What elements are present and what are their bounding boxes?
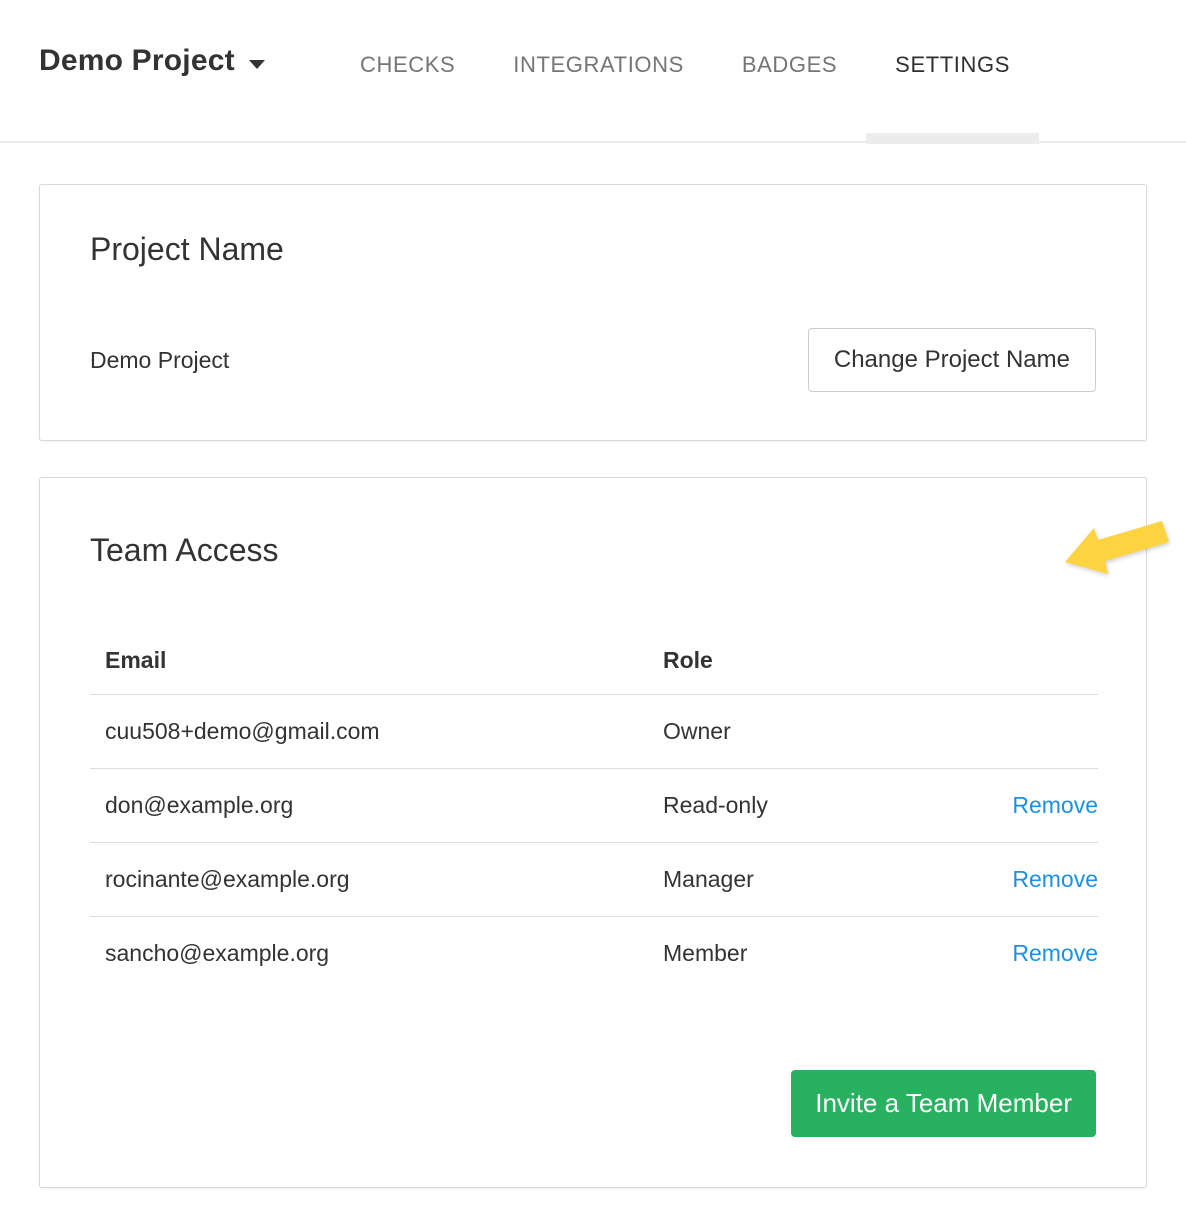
active-tab-indicator bbox=[866, 133, 1039, 144]
tab-badges[interactable]: BADGES bbox=[713, 0, 866, 130]
remove-member-link[interactable]: Remove bbox=[1012, 792, 1098, 818]
change-project-name-button[interactable]: Change Project Name bbox=[808, 328, 1096, 392]
tab-integrations-label: INTEGRATIONS bbox=[513, 52, 684, 78]
tab-checks[interactable]: CHECKS bbox=[331, 0, 484, 130]
tab-settings[interactable]: SETTINGS bbox=[866, 0, 1039, 130]
remove-member-link[interactable]: Remove bbox=[1012, 866, 1098, 892]
role-cell: Member bbox=[648, 916, 948, 990]
table-row: don@example.org Read-only Remove bbox=[90, 768, 1098, 842]
actions-column-header bbox=[948, 628, 1098, 694]
top-navigation-bar: Demo Project CHECKS INTEGRATIONS BADGES … bbox=[0, 0, 1186, 143]
project-title: Demo Project bbox=[39, 44, 235, 78]
table-row: sancho@example.org Member Remove bbox=[90, 916, 1098, 990]
tab-badges-label: BADGES bbox=[742, 52, 837, 78]
team-access-card-title: Team Access bbox=[90, 478, 1096, 569]
project-name-row: Demo Project Change Project Name bbox=[90, 328, 1096, 392]
role-cell: Owner bbox=[648, 694, 948, 768]
main-tabs: CHECKS INTEGRATIONS BADGES SETTINGS bbox=[331, 0, 1039, 130]
remove-member-link[interactable]: Remove bbox=[1012, 940, 1098, 966]
project-switcher-dropdown[interactable]: Demo Project bbox=[39, 44, 265, 78]
email-cell: rocinante@example.org bbox=[90, 842, 648, 916]
role-cell: Manager bbox=[648, 842, 948, 916]
invite-team-member-button[interactable]: Invite a Team Member bbox=[791, 1070, 1096, 1137]
caret-down-icon bbox=[249, 60, 265, 69]
action-cell: Remove bbox=[948, 916, 1098, 990]
email-cell: sancho@example.org bbox=[90, 916, 648, 990]
role-column-header: Role bbox=[648, 628, 948, 694]
current-project-name: Demo Project bbox=[90, 347, 229, 374]
role-cell: Read-only bbox=[648, 768, 948, 842]
table-row: cuu508+demo@gmail.com Owner bbox=[90, 694, 1098, 768]
action-cell: Remove bbox=[948, 768, 1098, 842]
project-name-card: Project Name Demo Project Change Project… bbox=[39, 184, 1147, 441]
action-cell bbox=[948, 694, 1098, 768]
email-cell: don@example.org bbox=[90, 768, 648, 842]
email-column-header: Email bbox=[90, 628, 648, 694]
email-cell: cuu508+demo@gmail.com bbox=[90, 694, 648, 768]
action-cell: Remove bbox=[948, 842, 1098, 916]
tab-checks-label: CHECKS bbox=[360, 52, 455, 78]
table-header-row: Email Role bbox=[90, 628, 1098, 694]
project-name-card-title: Project Name bbox=[90, 185, 1096, 268]
settings-page: Demo Project CHECKS INTEGRATIONS BADGES … bbox=[0, 0, 1186, 1226]
tab-integrations[interactable]: INTEGRATIONS bbox=[484, 0, 713, 130]
tab-settings-label: SETTINGS bbox=[895, 52, 1010, 78]
team-members-table: Email Role cuu508+demo@gmail.com Owner d… bbox=[90, 628, 1098, 990]
team-access-card: Team Access Email Role cuu508+demo@gmail… bbox=[39, 477, 1147, 1188]
table-row: rocinante@example.org Manager Remove bbox=[90, 842, 1098, 916]
